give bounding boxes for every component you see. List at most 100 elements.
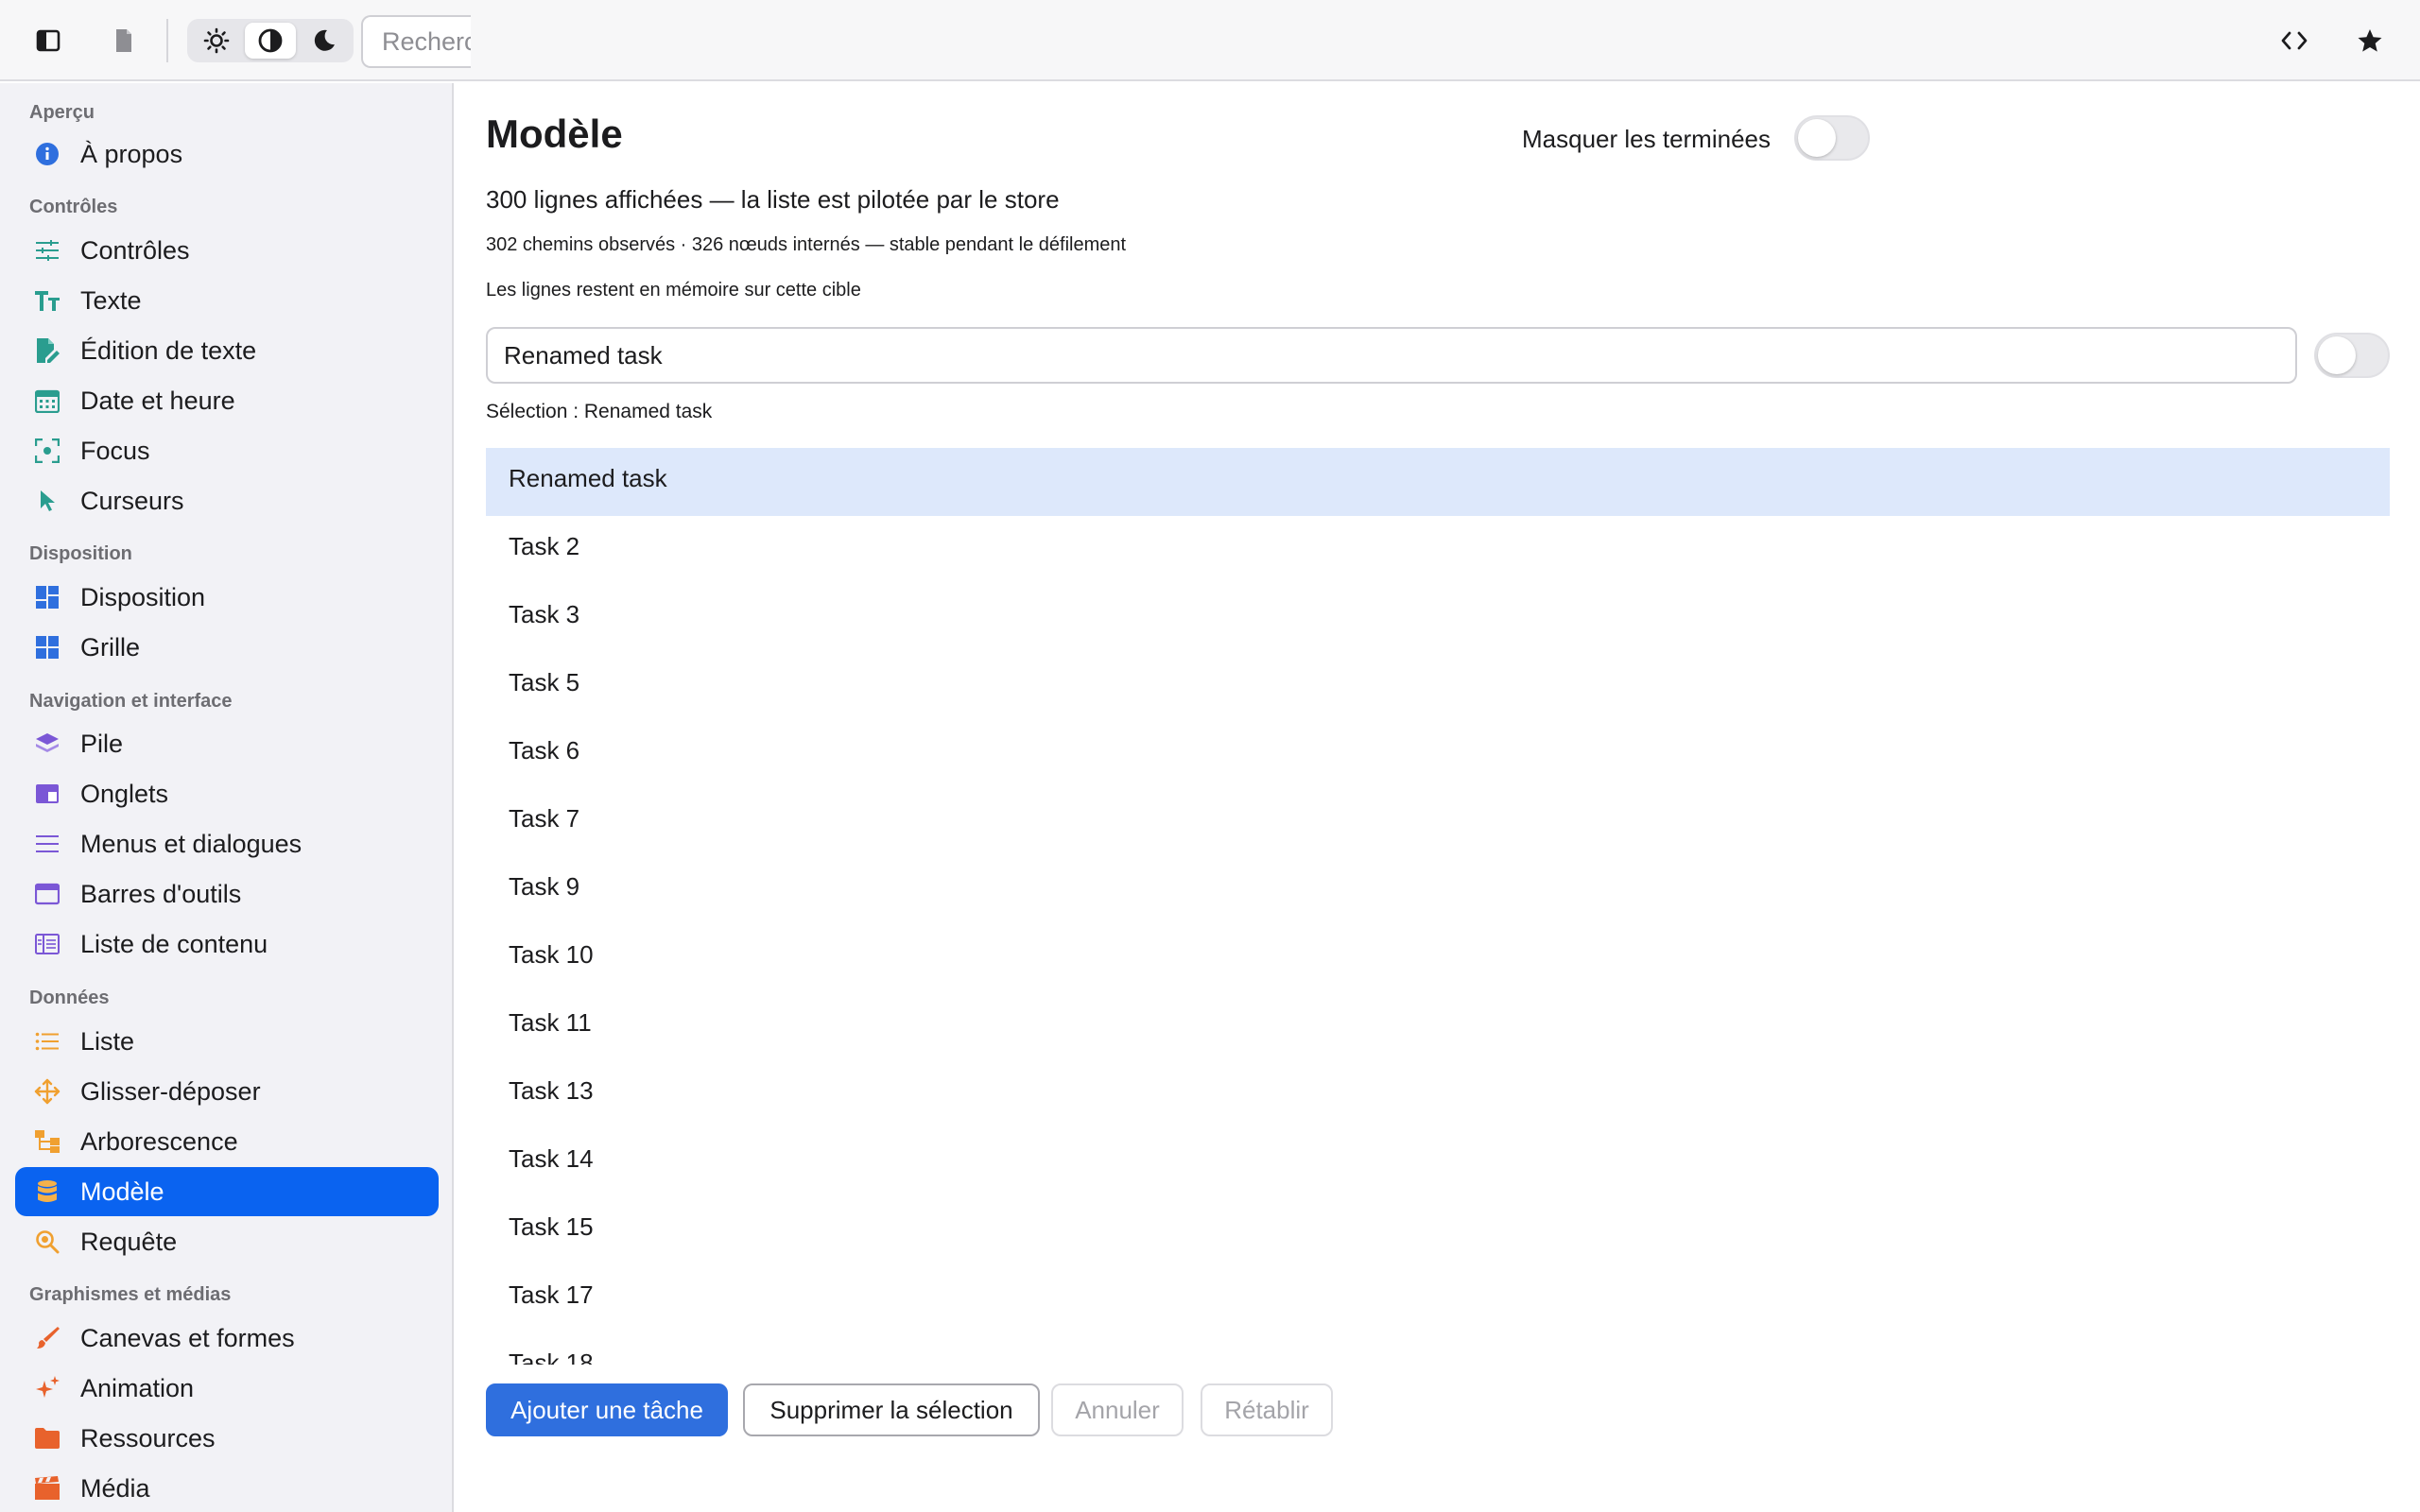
code-view-button[interactable]	[2269, 15, 2320, 66]
add-task-button[interactable]: Ajouter une tâche	[486, 1383, 728, 1436]
document-button[interactable]	[98, 15, 149, 66]
sidebar-item-label: Contrôles	[80, 236, 190, 265]
table-row[interactable]: Task 2	[486, 516, 2390, 584]
theme-contrast-button[interactable]	[245, 23, 296, 59]
table-row[interactable]: Task 15	[486, 1196, 2390, 1264]
sidebar-toggle-button[interactable]	[23, 15, 74, 66]
sidebar-item-label: Menus et dialogues	[80, 830, 302, 858]
list-icon	[34, 1028, 60, 1055]
search-icon	[34, 1228, 60, 1255]
sidebar-item-modele[interactable]: Modèle	[15, 1167, 439, 1216]
move-icon	[34, 1078, 60, 1105]
task-name-input[interactable]	[488, 329, 2295, 382]
table-row[interactable]: Task 18	[486, 1332, 2390, 1365]
selection-label: Sélection : Renamed task	[486, 401, 713, 422]
edit-toggle[interactable]	[2314, 333, 2390, 378]
sidebar-item-label: Arborescence	[80, 1127, 238, 1156]
toggle-knob	[1798, 119, 1836, 157]
table-row[interactable]: Task 17	[486, 1264, 2390, 1332]
table-row[interactable]: Task 14	[486, 1128, 2390, 1196]
sidebar-item-focus[interactable]: Focus	[15, 426, 439, 475]
row-label: Task 5	[509, 668, 580, 696]
sidebar-item-label: Texte	[80, 286, 142, 315]
grid-icon	[34, 634, 60, 661]
brush-icon	[34, 1325, 60, 1351]
task-name-field[interactable]	[486, 327, 2297, 384]
row-label: Task 11	[509, 1008, 592, 1037]
sidebar-item-label: Modèle	[80, 1177, 164, 1206]
sun-icon	[203, 27, 230, 54]
sidebar-section-title: Graphismes et médias	[29, 1284, 232, 1305]
sidebar-item-liste-contenu[interactable]: Liste de contenu	[15, 919, 439, 969]
toolbar-divider	[166, 19, 168, 62]
row-label: Task 13	[509, 1076, 594, 1105]
sparkle-icon	[34, 1375, 60, 1401]
menu-icon	[34, 831, 60, 857]
cursor-icon	[34, 488, 60, 514]
theme-dark-button[interactable]	[299, 23, 350, 59]
sidebar-item-pile[interactable]: Pile	[15, 719, 439, 768]
moon-icon	[314, 29, 335, 51]
star-icon	[2358, 29, 2382, 52]
hide-completed-toggle[interactable]	[1794, 115, 1870, 161]
sidebar-item-arborescence[interactable]: Arborescence	[15, 1117, 439, 1166]
layout-icon	[34, 584, 60, 610]
row-label: Task 6	[509, 736, 580, 765]
sidebar-item-label: Glisser-déposer	[80, 1077, 261, 1106]
theme-switcher	[187, 19, 354, 62]
row-label: Task 9	[509, 872, 580, 901]
table-row[interactable]: Task 7	[486, 788, 2390, 856]
sidebar-item-grille[interactable]: Grille	[15, 623, 439, 672]
table-row[interactable]: Task 6	[486, 720, 2390, 788]
toolbar-icon	[34, 881, 60, 907]
sidebar-item-liste[interactable]: Liste	[15, 1017, 439, 1066]
search-input[interactable]	[363, 17, 471, 66]
theme-light-button[interactable]	[191, 23, 242, 59]
sidebar-item-date-heure[interactable]: Date et heure	[15, 376, 439, 425]
sidebar-item-controles[interactable]: Contrôles	[15, 226, 439, 275]
sidebar-item-label: À propos	[80, 140, 183, 168]
sidebar-item-barres-outils[interactable]: Barres d'outils	[15, 869, 439, 919]
sidebar-item-canevas-formes[interactable]: Canevas et formes	[15, 1314, 439, 1363]
sidebar-item-label: Animation	[80, 1374, 195, 1402]
film-icon	[34, 1475, 60, 1502]
table-row[interactable]: Task 10	[486, 924, 2390, 992]
sidebar-item-disposition[interactable]: Disposition	[15, 573, 439, 622]
tree-icon	[34, 1128, 60, 1155]
row-label: Task 14	[509, 1144, 594, 1173]
favorite-button[interactable]	[2344, 15, 2395, 66]
row-label: Renamed task	[509, 464, 667, 492]
redo-button[interactable]: Rétablir	[1201, 1383, 1333, 1436]
sidebar-item-label: Focus	[80, 437, 150, 465]
table-row[interactable]: Task 11	[486, 992, 2390, 1060]
sidebar-item-onglets[interactable]: Onglets	[15, 769, 439, 818]
sidebar-item-label: Ressources	[80, 1424, 216, 1452]
hide-completed-label: Masquer les terminées	[1522, 125, 1771, 153]
table-row[interactable]: Task 13	[486, 1060, 2390, 1128]
delete-selection-button[interactable]: Supprimer la sélection	[743, 1383, 1040, 1436]
sidebar-item-requete[interactable]: Requête	[15, 1217, 439, 1266]
undo-button[interactable]: Annuler	[1051, 1383, 1184, 1436]
table-row[interactable]: Task 5	[486, 652, 2390, 720]
sidebar-item-texte[interactable]: Texte	[15, 276, 439, 325]
search-field[interactable]	[361, 15, 471, 68]
sidebar-item-curseurs[interactable]: Curseurs	[15, 476, 439, 525]
row-label: Task 3	[509, 600, 580, 628]
focus-icon	[34, 438, 60, 464]
sidebar-item-ressources[interactable]: Ressources	[15, 1414, 439, 1463]
table-row[interactable]: Renamed task	[486, 448, 2390, 516]
task-list[interactable]: Renamed task Task 2 Task 3 Task 5 Task 6…	[486, 448, 2390, 1365]
sidebar-item-animation[interactable]: Animation	[15, 1364, 439, 1413]
sidebar-item-glisser-deposer[interactable]: Glisser-déposer	[15, 1067, 439, 1116]
main-content: Modèle Masquer les terminées 300 lignes …	[456, 83, 2420, 1512]
tabs-icon	[34, 781, 60, 807]
table-row[interactable]: Task 9	[486, 856, 2390, 924]
sidebar-item-label: Canevas et formes	[80, 1324, 295, 1352]
sidebar-item-menus-dialogues[interactable]: Menus et dialogues	[15, 819, 439, 868]
sidebar-item-media[interactable]: Média	[15, 1464, 439, 1512]
table-row[interactable]: Task 3	[486, 584, 2390, 652]
columns-icon	[34, 931, 60, 957]
row-label: Task 17	[509, 1280, 594, 1309]
sidebar-item-edition-texte[interactable]: Édition de texte	[15, 326, 439, 375]
sidebar-item-a-propos[interactable]: À propos	[15, 129, 439, 179]
